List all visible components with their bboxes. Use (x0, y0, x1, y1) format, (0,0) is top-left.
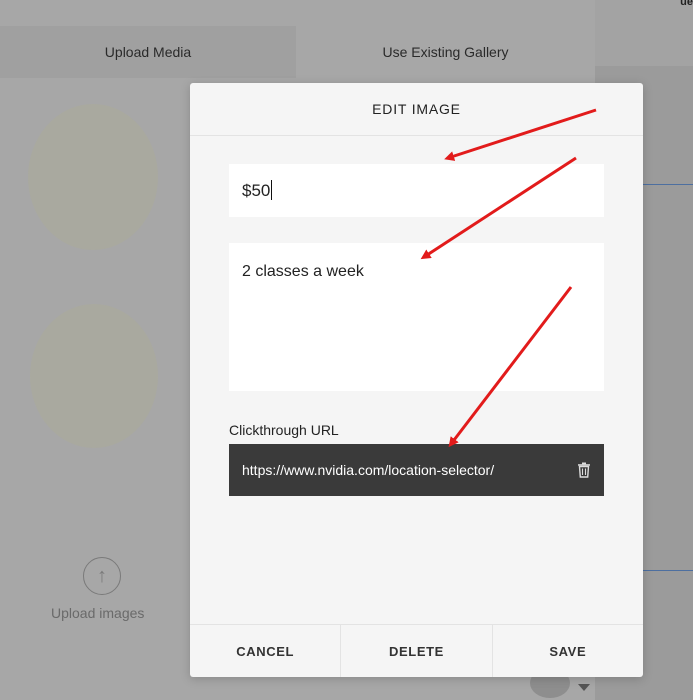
gallery-thumbnail[interactable] (28, 104, 158, 250)
image-title-value: $50 (242, 181, 271, 200)
dialog-title: EDIT IMAGE (190, 83, 643, 136)
clickthrough-url-value: https://www.nvidia.com/location-selector… (242, 462, 495, 478)
arrow-up-circle-icon[interactable]: ↑ (83, 557, 121, 595)
gallery-thumbnail[interactable] (30, 304, 158, 448)
tab-upload-media[interactable]: Upload Media (0, 26, 296, 78)
background-corner-text: ue (680, 0, 693, 8)
clickthrough-url-label: Clickthrough URL (229, 422, 339, 438)
clickthrough-url-field[interactable]: https://www.nvidia.com/location-selector… (229, 444, 604, 496)
image-description-value: 2 classes a week (242, 263, 364, 280)
cancel-button[interactable]: CANCEL (190, 625, 340, 677)
edit-image-dialog: EDIT IMAGE $50 2 classes a week Clickthr… (190, 83, 643, 677)
delete-button[interactable]: DELETE (340, 625, 491, 677)
tab-use-existing-gallery[interactable]: Use Existing Gallery (296, 26, 595, 78)
background-right-header: ue (595, 0, 693, 66)
dialog-footer: CANCEL DELETE SAVE (190, 624, 643, 677)
image-title-field[interactable]: $50 (229, 164, 604, 217)
text-cursor (271, 180, 273, 200)
background-divider (643, 184, 693, 185)
image-description-field[interactable]: 2 classes a week (229, 243, 604, 391)
save-button[interactable]: SAVE (491, 625, 643, 677)
background-divider (643, 570, 693, 571)
upload-images-label[interactable]: Upload images (51, 605, 144, 621)
trash-icon[interactable] (577, 462, 591, 478)
chevron-down-icon[interactable] (578, 684, 590, 691)
